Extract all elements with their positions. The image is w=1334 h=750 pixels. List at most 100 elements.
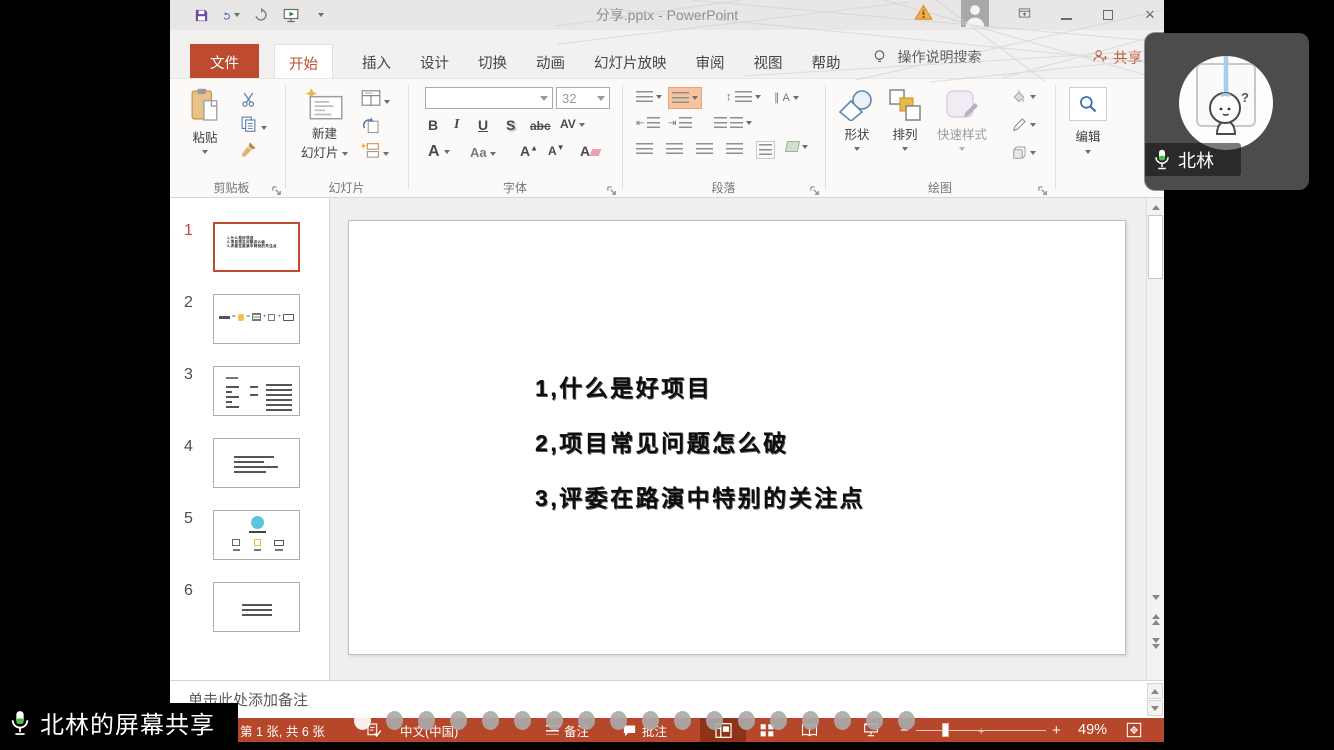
- new-slide-button[interactable]: 新建 幻灯片: [301, 87, 348, 161]
- shape-effects-icon[interactable]: [1011, 145, 1036, 161]
- justify-button[interactable]: [726, 143, 743, 155]
- vertical-scrollbar[interactable]: [1146, 198, 1164, 680]
- align-text-button[interactable]: [756, 141, 775, 159]
- slide-canvas[interactable]: 1,什么是好项目 2,项目常见问题怎么破 3,评委在路演中特别的关注点: [348, 220, 1126, 655]
- reset-slide-icon[interactable]: [361, 116, 380, 139]
- tab-design[interactable]: 设计: [420, 44, 449, 78]
- character-spacing-button[interactable]: AV: [560, 117, 585, 131]
- clipboard-group-label: 剪贴板: [178, 179, 285, 196]
- tell-me-search[interactable]: 操作说明搜索: [898, 47, 982, 67]
- increase-indent-button[interactable]: ⇥: [668, 117, 692, 129]
- notes-scroll-down[interactable]: [1147, 700, 1163, 716]
- paste-button[interactable]: 粘贴: [190, 87, 220, 154]
- text-shadow-button[interactable]: S: [506, 117, 515, 133]
- avatar-question-mark: ?: [1241, 90, 1249, 105]
- cut-icon[interactable]: [240, 91, 257, 113]
- tab-file[interactable]: 文件: [190, 44, 259, 78]
- scrollbar-thumb[interactable]: [1148, 215, 1163, 279]
- numbering-button[interactable]: [668, 87, 702, 109]
- editing-button[interactable]: 编辑: [1069, 87, 1107, 154]
- participant-name: 北林: [1178, 147, 1214, 173]
- align-left-button[interactable]: [636, 143, 653, 155]
- slide-thumbnail-3[interactable]: [213, 366, 300, 416]
- quick-styles-button[interactable]: 快速样式: [937, 89, 987, 151]
- participant-avatar: ?: [1179, 56, 1273, 150]
- slide-thumbnail-4[interactable]: [213, 438, 300, 488]
- columns-button[interactable]: [714, 117, 752, 129]
- tab-transitions[interactable]: 切换: [478, 44, 507, 78]
- notes-scroll-up[interactable]: [1147, 683, 1163, 699]
- previous-slide-button[interactable]: [1148, 612, 1163, 627]
- tab-review[interactable]: 审阅: [696, 44, 725, 78]
- maximize-button[interactable]: [1100, 8, 1116, 23]
- tab-slideshow[interactable]: 幻灯片放映: [594, 44, 667, 78]
- slide-thumbnail-1[interactable]: 1,什么是好项目 2,项目常见问题怎么破 3,评委在路演中特别的关注点: [213, 222, 300, 272]
- clipboard-dialog-launcher[interactable]: [272, 184, 283, 195]
- account-avatar[interactable]: [959, 0, 991, 32]
- slide-text-block[interactable]: 1,什么是好项目 2,项目常见问题怎么破 3,评委在路演中特别的关注点: [535, 369, 865, 534]
- text-direction-button[interactable]: ∥A: [774, 91, 799, 104]
- strikethrough-button[interactable]: abc: [530, 119, 551, 133]
- notes-scrollbar[interactable]: [1147, 683, 1164, 717]
- font-size-combo[interactable]: 32: [556, 87, 610, 109]
- tab-help[interactable]: 帮助: [812, 44, 841, 78]
- copy-icon[interactable]: [240, 115, 267, 137]
- ribbon-display-options-icon[interactable]: [1017, 6, 1032, 25]
- font-color-button[interactable]: A: [428, 143, 450, 161]
- minimize-button[interactable]: [1058, 8, 1074, 23]
- slide-thumbnail-5[interactable]: [213, 510, 300, 560]
- decrease-indent-button[interactable]: ⇤: [636, 117, 660, 129]
- scroll-up-arrow[interactable]: [1148, 200, 1163, 215]
- font-name-combo[interactable]: [425, 87, 553, 109]
- upload-warning-icon[interactable]: [914, 3, 933, 27]
- section-icon[interactable]: [361, 142, 389, 163]
- overlay-dot: [738, 711, 755, 730]
- arrange-button[interactable]: 排列: [889, 89, 921, 151]
- grow-font-button[interactable]: A▲: [520, 143, 538, 159]
- align-right-button[interactable]: [696, 143, 713, 155]
- slide-layout-icon[interactable]: [361, 90, 390, 111]
- align-center-button[interactable]: [666, 143, 683, 155]
- notes-pane[interactable]: 单击此处添加备注: [170, 680, 1164, 718]
- close-button[interactable]: ✕: [1142, 7, 1158, 23]
- drawing-dialog-launcher[interactable]: [1038, 184, 1049, 195]
- customize-quick-access-icon[interactable]: [312, 6, 330, 24]
- italic-button[interactable]: I: [454, 117, 459, 133]
- slides-group-label: 幻灯片: [285, 179, 408, 196]
- redo-icon[interactable]: [252, 6, 270, 24]
- scroll-down-arrow[interactable]: [1148, 590, 1163, 605]
- zoom-percentage[interactable]: 49%: [1078, 718, 1107, 742]
- clear-formatting-button[interactable]: A: [580, 143, 600, 159]
- paragraph-dialog-launcher[interactable]: [810, 184, 821, 195]
- slide-thumbnail-6[interactable]: [213, 582, 300, 632]
- smartart-convert-button[interactable]: [786, 141, 808, 152]
- shrink-font-button[interactable]: A▼: [548, 143, 565, 158]
- tab-home[interactable]: 开始: [274, 44, 333, 78]
- bold-button[interactable]: B: [428, 117, 438, 133]
- tab-view[interactable]: 视图: [754, 44, 783, 78]
- shape-outline-icon[interactable]: [1011, 117, 1036, 133]
- bullets-button[interactable]: [636, 91, 662, 103]
- main-body: 1 1,什么是好项目 2,项目常见问题怎么破 3,评委在路演中特别的关注点 2 …: [170, 198, 1164, 680]
- webcam-tile[interactable]: ? 北林: [1145, 33, 1309, 190]
- underline-button[interactable]: U: [478, 117, 488, 133]
- new-slide-label-2: 幻灯片: [301, 142, 348, 161]
- next-slide-button[interactable]: [1148, 636, 1163, 651]
- change-case-button[interactable]: Aa: [470, 145, 496, 160]
- zoom-in-button[interactable]: +: [1052, 718, 1061, 742]
- shapes-button[interactable]: 形状: [839, 89, 875, 151]
- slide-thumbnail-2[interactable]: = = + +: [213, 294, 300, 344]
- shape-fill-icon[interactable]: [1011, 89, 1036, 105]
- tab-animations[interactable]: 动画: [536, 44, 565, 78]
- undo-icon[interactable]: [222, 6, 240, 24]
- save-icon[interactable]: [192, 6, 210, 24]
- tab-insert[interactable]: 插入: [362, 44, 391, 78]
- format-painter-icon[interactable]: [240, 141, 257, 163]
- font-dialog-launcher[interactable]: [607, 184, 618, 195]
- zoom-slider-thumb[interactable]: [942, 723, 949, 737]
- fit-to-window-button[interactable]: [1126, 718, 1142, 742]
- start-slideshow-icon[interactable]: [282, 6, 300, 24]
- share-button[interactable]: 共享: [1092, 47, 1142, 68]
- line-spacing-button[interactable]: ↕: [726, 91, 761, 103]
- thumbnail-3-content: [226, 374, 238, 382]
